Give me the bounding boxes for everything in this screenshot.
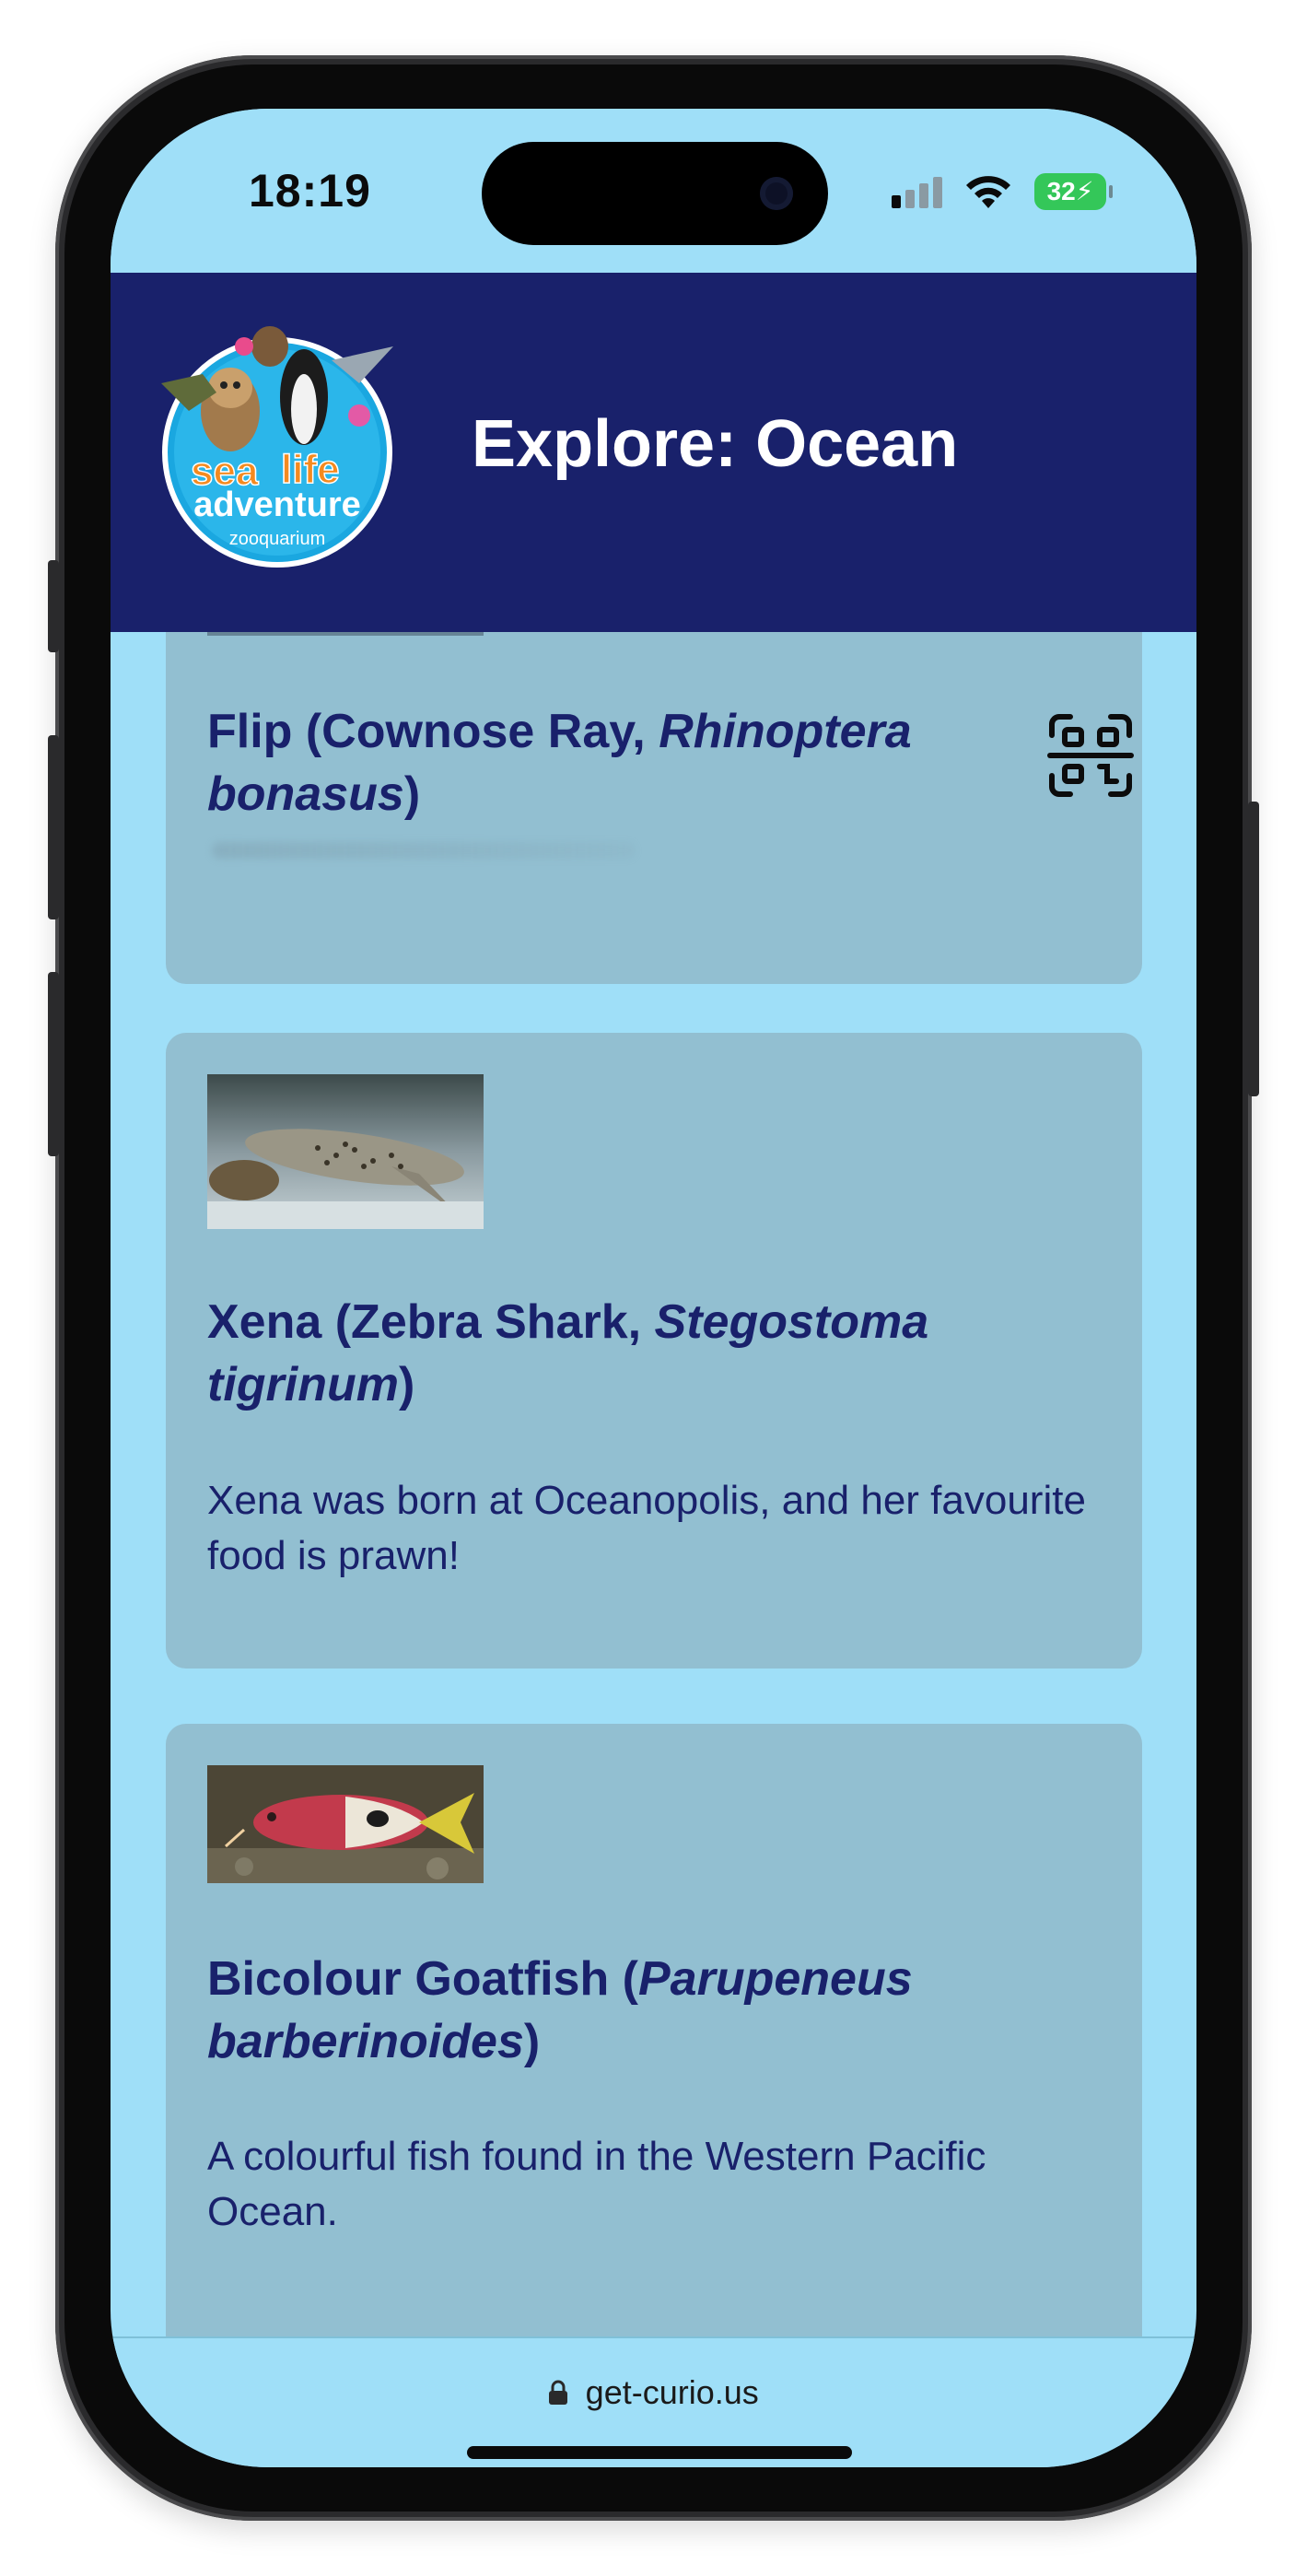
species-list: Flip (Cownose Ray, Rhinoptera bonasus) X… bbox=[111, 632, 1196, 2336]
dynamic-island bbox=[482, 142, 828, 245]
page-title: Explore: Ocean bbox=[472, 407, 959, 481]
battery-level: 32 bbox=[1046, 177, 1076, 205]
zebra-shark-photo bbox=[207, 1074, 484, 1229]
home-indicator[interactable] bbox=[467, 2446, 852, 2459]
app-header: sea life adventure zooquarium Explore: O… bbox=[111, 273, 1196, 632]
loading-placeholder bbox=[212, 842, 636, 859]
volume-down-button bbox=[48, 972, 59, 1156]
battery-icon: 32⚡ bbox=[1034, 173, 1113, 210]
species-title: Flip (Cownose Ray, Rhinoptera bonasus) bbox=[207, 705, 912, 821]
status-bar: 18:19 32⚡ bbox=[111, 109, 1196, 273]
goatfish-photo bbox=[207, 1765, 484, 1883]
lock-icon bbox=[549, 2380, 568, 2405]
species-description: A colourful fish found in the Western Pa… bbox=[207, 2134, 986, 2234]
wifi-icon bbox=[966, 176, 1010, 208]
cellular-signal-icon bbox=[892, 177, 947, 208]
sea-life-adventure-logo[interactable]: sea life adventure zooquarium bbox=[152, 310, 403, 568]
status-time: 18:19 bbox=[249, 165, 371, 217]
species-card[interactable]: Bicolour Goatfish (Parupeneus barberinoi… bbox=[166, 1724, 1142, 2336]
url-text[interactable]: get-curio.us bbox=[586, 2373, 759, 2412]
species-title: Bicolour Goatfish (Parupeneus barberinoi… bbox=[207, 1952, 913, 2068]
species-card[interactable]: Xena (Zebra Shark, Stegostoma tigrinum) … bbox=[166, 1033, 1142, 1669]
action-button bbox=[48, 560, 59, 652]
species-card[interactable]: Flip (Cownose Ray, Rhinoptera bonasus) bbox=[166, 632, 1142, 984]
screen: 18:19 32⚡ sea life adventure zooquarium … bbox=[111, 109, 1196, 2467]
qr-code-icon[interactable] bbox=[1044, 709, 1137, 802]
volume-up-button bbox=[48, 735, 59, 919]
logo-text-adventure: adventure bbox=[193, 486, 361, 524]
species-description: Xena was born at Oceanopolis, and her fa… bbox=[207, 1478, 1086, 1578]
power-button bbox=[1248, 802, 1259, 1096]
browser-url-bar[interactable]: get-curio.us bbox=[111, 2336, 1196, 2467]
species-title: Xena (Zebra Shark, Stegostoma tigrinum) bbox=[207, 1295, 929, 1411]
logo-text-zooquarium: zooquarium bbox=[229, 529, 326, 549]
